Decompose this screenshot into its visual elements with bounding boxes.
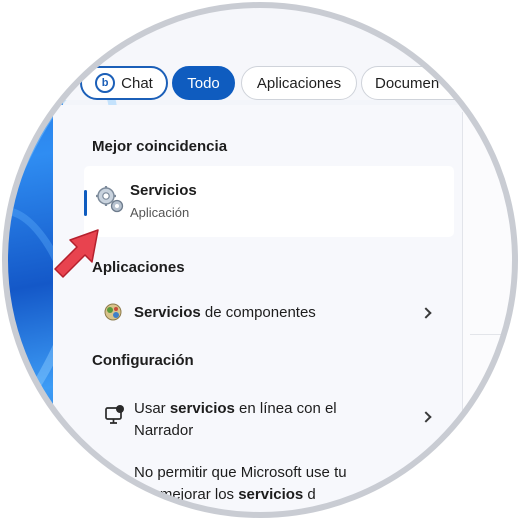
result-privacy-setting[interactable]: No permitir que Microsoft use tu ara mej… [92, 462, 452, 510]
magnified-view: b Chat Todo Aplicaciones Documen Mejor c… [5, 5, 515, 515]
narrator-setting-label: Usar servicios en línea con el Narrador [134, 400, 337, 439]
tab-todo-label: Todo [187, 74, 220, 92]
chevron-right-icon[interactable] [420, 307, 432, 319]
gears-icon [96, 186, 124, 213]
best-match-subtitle: Aplicación [130, 205, 190, 220]
best-match-title: Servicios [130, 182, 197, 199]
privacy-setting-label: No permitir que Microsoft use tu ara mej… [134, 464, 347, 503]
narrator-icon [105, 405, 124, 424]
selection-indicator [84, 190, 87, 216]
result-narrator-online-services[interactable]: Usar servicios en línea con el Narrador [92, 394, 452, 446]
tab-documentos-label: Documen [375, 74, 440, 92]
best-match-heading: Mejor coincidencia [92, 138, 228, 155]
apps-heading: Aplicaciones [92, 259, 185, 276]
chevron-right-icon[interactable] [420, 411, 432, 423]
tab-chat[interactable]: b Chat [80, 66, 168, 100]
tab-aplicaciones-label: Aplicaciones [256, 74, 342, 92]
bing-chat-icon: b [95, 73, 116, 93]
settings-heading: Configuración [92, 352, 194, 369]
preview-divider [470, 334, 515, 335]
tab-todo[interactable]: Todo [172, 66, 235, 100]
best-match-result[interactable] [84, 166, 454, 237]
preview-pane [462, 112, 515, 512]
tab-chat-label: Chat [121, 74, 153, 92]
result-component-services[interactable]: Servicios de componentes [92, 296, 452, 330]
tab-documentos[interactable]: Documen [361, 66, 471, 100]
component-services-label: Servicios de componentes [134, 304, 316, 321]
tab-aplicaciones[interactable]: Aplicaciones [241, 66, 357, 100]
component-services-icon [104, 303, 122, 321]
